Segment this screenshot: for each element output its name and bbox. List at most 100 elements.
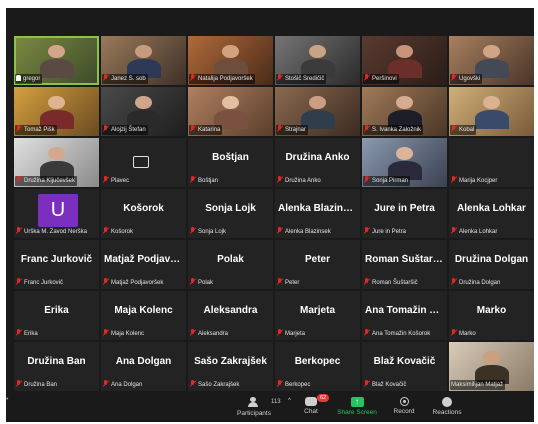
participant-tile[interactable]: Družina Anko Družina Anko	[275, 138, 360, 187]
participant-tile[interactable]: Matjaž Podjavo... Matjaž Podjavoršek	[101, 240, 186, 289]
more-icon[interactable]: •	[6, 396, 8, 403]
participant-name: Maja Kolenc	[111, 331, 145, 337]
muted-mic-icon	[364, 329, 370, 336]
share-screen-button[interactable]: ↑ Share Screen	[332, 397, 382, 416]
participant-tile[interactable]: Alenka Blazinsek Alenka Blazinsek	[275, 189, 360, 238]
participant-name-tag: Marjeta	[276, 329, 307, 339]
participant-name: Jure in Petra	[372, 229, 407, 235]
participant-tile[interactable]: Natalija Podjavoršek	[188, 36, 273, 85]
participant-name-tag: Janez S. sob	[102, 74, 148, 84]
participant-name: Stošič Sredičič	[285, 76, 325, 82]
participant-tile[interactable]: Strajnar	[275, 87, 360, 136]
participant-tile[interactable]: Plavec	[101, 138, 186, 187]
participant-tile[interactable]: Blaž Kovačič Blaž Kovačič	[362, 342, 447, 391]
participant-name-tag: Družina Ban	[15, 380, 59, 390]
participant-name-tag: Urška M. Zavod Nerška	[15, 227, 89, 237]
participant-name-tag: Tomaž Pišk	[15, 125, 57, 135]
participant-tile[interactable]: Roman Šuštaršič Roman Šuštaršič	[362, 240, 447, 289]
participant-name-tag: Maja Kolenc	[102, 329, 146, 339]
participant-tile[interactable]: Kobal	[449, 87, 534, 136]
participant-display-name: Boštjan	[212, 152, 249, 163]
participant-display-name: Polak	[217, 254, 244, 265]
participant-display-name: Marko	[476, 305, 507, 316]
participant-display-name: Berkopec	[294, 356, 341, 367]
participant-name-tag: Družina Anko	[276, 176, 323, 186]
participant-display-name: Aleksandra	[203, 305, 258, 316]
participant-name-tag: Plavec	[102, 176, 131, 186]
participant-name: Plavec	[111, 178, 130, 184]
participant-tile[interactable]: Družina Ključevšek	[14, 138, 99, 187]
participant-tile[interactable]: Boštjan Boštjan	[188, 138, 273, 187]
muted-mic-icon	[451, 227, 457, 234]
participant-display-name: Alenka Lohkar	[457, 203, 526, 214]
participant-tile[interactable]: Stošič Sredičič	[275, 36, 360, 85]
record-icon	[399, 397, 409, 406]
participant-name: Družina Ključevšek	[24, 178, 76, 184]
muted-mic-icon	[364, 74, 370, 81]
participant-tile[interactable]: Ana Tomažin Ko... Ana Tomažin Košorok	[362, 291, 447, 340]
participant-tile[interactable]: Družina Ban Družina Ban	[14, 342, 99, 391]
participant-tile[interactable]: Peter Peter	[275, 240, 360, 289]
reactions-button[interactable]: Reactions	[422, 397, 472, 416]
participant-tile[interactable]: Sonja Lojk Sonja Lojk	[188, 189, 273, 238]
participant-name: Alenka Lohkar	[459, 229, 498, 235]
participant-name: Sonja Lojk	[198, 229, 227, 235]
participant-tile[interactable]: S. Ivanka Založnik	[362, 87, 447, 136]
participant-tile[interactable]: Aleksandra Aleksandra	[188, 291, 273, 340]
muted-mic-icon	[451, 329, 457, 336]
participant-video	[387, 44, 422, 78]
participant-tile[interactable]: Tomaž Pišk	[14, 87, 99, 136]
participant-tile[interactable]: Marija Kocjper	[449, 138, 534, 187]
muted-mic-icon	[16, 380, 22, 387]
participant-tile[interactable]: Berkopec Berkopec	[275, 342, 360, 391]
video-off-icon	[133, 156, 149, 168]
participant-name: Košorok	[111, 229, 134, 235]
participant-tile[interactable]: Jure in Petra Jure in Petra	[362, 189, 447, 238]
participant-name: Družina Anko	[285, 178, 321, 184]
participant-name: Marija Kocjper	[459, 178, 498, 184]
participant-tile[interactable]: Maksimilijan Matjaž	[449, 342, 534, 391]
muted-mic-icon	[364, 125, 370, 132]
participant-video	[387, 146, 422, 180]
participant-tile[interactable]: Alenka Lohkar Alenka Lohkar	[449, 189, 534, 238]
participant-tile[interactable]: Maja Kolenc Maja Kolenc	[101, 291, 186, 340]
muted-mic-icon	[16, 125, 22, 132]
meeting-toolbar: • Participants 113 ^ Chat 62 ↑ Share Scr…	[6, 394, 534, 422]
participant-name-tag: Matjaž Podjavoršek	[102, 278, 165, 288]
participant-name-tag: Jure in Petra	[363, 227, 408, 237]
participant-video	[387, 95, 422, 129]
participant-tile[interactable]: gregor	[14, 36, 99, 85]
participant-tile[interactable]: Franc Jurkovič Franc Jurkovič	[14, 240, 99, 289]
participant-tile[interactable]: Peršinovi	[362, 36, 447, 85]
participant-tile[interactable]: Sašo Zakrajšek Sašo Zakrajšek	[188, 342, 273, 391]
participant-name: Blaž Kovačič	[372, 382, 407, 388]
participant-tile[interactable]: Marko Marko	[449, 291, 534, 340]
participant-name-tag: Blaž Kovačič	[363, 380, 408, 390]
participant-video	[474, 44, 509, 78]
participant-name: Peršinovi	[372, 76, 397, 82]
participant-name-tag: Peter	[276, 278, 301, 288]
participant-tile[interactable]: Ana Dolgan Ana Dolgan	[101, 342, 186, 391]
participant-name-tag: Maksimilijan Matjaž	[450, 380, 506, 390]
participant-name-tag: Alenka Lohkar	[450, 227, 499, 237]
participant-tile[interactable]: Erika Erika	[14, 291, 99, 340]
participant-display-name: Blaž Kovačič	[373, 356, 436, 367]
muted-mic-icon	[190, 380, 196, 387]
participant-display-name: Franc Jurkovič	[20, 254, 93, 265]
muted-mic-icon	[277, 176, 283, 183]
muted-mic-icon	[190, 125, 196, 132]
participant-tile[interactable]: Katarina	[188, 87, 273, 136]
participant-tile[interactable]: Košorok Košorok	[101, 189, 186, 238]
participant-name-tag: Polak	[189, 278, 215, 288]
participant-name: Janez S. sob	[111, 76, 146, 82]
participant-name: Marko	[459, 331, 476, 337]
participant-tile[interactable]: Polak Polak	[188, 240, 273, 289]
participant-tile[interactable]: Sonja Pirman	[362, 138, 447, 187]
participant-tile[interactable]: Alojzij Štefan	[101, 87, 186, 136]
participant-tile[interactable]: Janez S. sob	[101, 36, 186, 85]
participant-tile[interactable]: Družina Dolgan Družina Dolgan	[449, 240, 534, 289]
participant-tile[interactable]: Ugovški	[449, 36, 534, 85]
participant-name-tag: Berkopec	[276, 380, 312, 390]
participant-tile[interactable]: U Urška M. Zavod Nerška	[14, 189, 99, 238]
participant-tile[interactable]: Marjeta Marjeta	[275, 291, 360, 340]
